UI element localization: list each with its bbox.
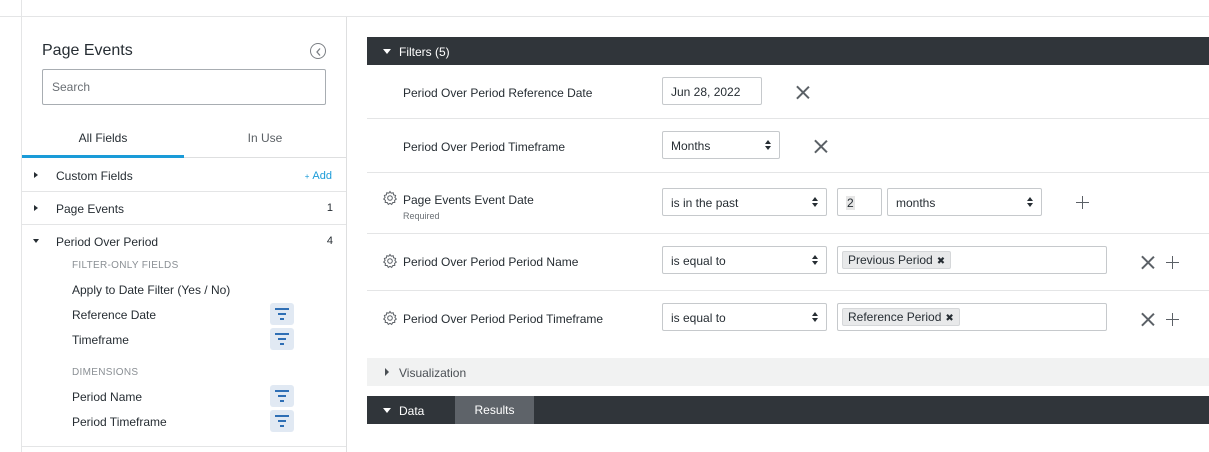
- gear-icon[interactable]: [382, 190, 398, 206]
- caret-right-icon: [34, 205, 38, 211]
- value-tag-input[interactable]: Previous Period ✖: [837, 246, 1107, 274]
- results-tab[interactable]: Results: [455, 396, 534, 424]
- select-arrows-icon: [1027, 197, 1033, 209]
- filter-name: Period Over Period Period Timeframe: [403, 312, 604, 326]
- operator-select[interactable]: is equal to: [662, 246, 827, 274]
- visualization-label: Visualization: [399, 366, 467, 380]
- add-condition-plus-icon[interactable]: [1166, 256, 1179, 269]
- select-arrows-icon: [812, 197, 818, 209]
- filter-row-event-date: Page Events Event Date Required is in th…: [367, 173, 1209, 234]
- period-over-period-view: Period Over Period 4 FILTER-ONLY FIELDS …: [22, 225, 346, 447]
- custom-fields-row[interactable]: Custom Fields + Add: [22, 159, 346, 192]
- explore-title: Page Events: [42, 42, 133, 59]
- number-value: 2: [846, 196, 855, 210]
- filter-icon[interactable]: [270, 410, 294, 432]
- remove-filter-close-icon[interactable]: [796, 85, 810, 99]
- value-chip: Reference Period ✖: [842, 308, 960, 326]
- add-custom-field-button[interactable]: + Add: [305, 170, 332, 182]
- caret-right-icon: [34, 172, 38, 178]
- search-input[interactable]: [42, 69, 326, 105]
- unit-value: months: [896, 196, 936, 210]
- filter-only-fields-header: FILTER-ONLY FIELDS: [72, 260, 179, 271]
- operator-value: is equal to: [671, 311, 726, 325]
- field-period-name[interactable]: Period Name: [72, 390, 142, 404]
- field-tabs: All Fields In Use: [22, 125, 346, 158]
- collapse-sidebar-button[interactable]: [310, 43, 326, 59]
- chip-label: Previous Period: [848, 253, 933, 267]
- app-root: Page Events All Fields In Use Custom Fie…: [0, 0, 1209, 452]
- add-condition-plus-icon[interactable]: [1166, 313, 1179, 326]
- data-label: Data: [399, 404, 425, 418]
- remove-filter-close-icon[interactable]: [1141, 255, 1155, 269]
- dimensions-header: DIMENSIONS: [72, 367, 139, 378]
- timeframe-value: Months: [671, 139, 711, 153]
- timeframe-select[interactable]: Months: [662, 131, 780, 159]
- filter-name: Page Events Event Date: [403, 193, 534, 207]
- add-condition-plus-icon[interactable]: [1076, 196, 1089, 209]
- top-bar: [0, 0, 1209, 17]
- remove-filter-close-icon[interactable]: [1141, 312, 1155, 326]
- tab-all-fields[interactable]: All Fields: [22, 125, 184, 158]
- filter-name: Period Over Period Timeframe: [403, 140, 566, 154]
- filter-row-period-name: Period Over Period Period Name is equal …: [367, 234, 1209, 291]
- operator-value: is equal to: [671, 254, 726, 268]
- filter-icon[interactable]: [270, 385, 294, 407]
- caret-down-icon[interactable]: [33, 239, 39, 243]
- filter-name: Period Over Period Period Name: [403, 255, 579, 269]
- visualization-bar[interactable]: Visualization: [367, 358, 1209, 386]
- value-tag-input[interactable]: Reference Period ✖: [837, 303, 1107, 331]
- add-label: Add: [312, 170, 332, 182]
- period-over-period-count: 4: [326, 235, 333, 247]
- operator-select[interactable]: is in the past: [662, 188, 827, 216]
- filters-header-bar[interactable]: Filters (5): [367, 37, 1209, 65]
- page-events-view-row[interactable]: Page Events 1: [22, 192, 346, 225]
- gear-icon[interactable]: [382, 310, 398, 326]
- chip-label: Reference Period: [848, 310, 942, 324]
- data-header-bar[interactable]: Data Results: [367, 396, 1209, 424]
- filters-header-label: Filters (5): [399, 45, 450, 59]
- required-label: Required: [403, 211, 440, 221]
- filter-row-timeframe: Period Over Period Timeframe Months: [367, 119, 1209, 173]
- chevron-left-icon: [316, 48, 321, 56]
- page-events-view-label: Page Events: [56, 202, 125, 216]
- unit-select[interactable]: months: [887, 188, 1042, 216]
- caret-down-icon: [383, 49, 391, 54]
- filter-icon[interactable]: [270, 328, 294, 350]
- number-input[interactable]: 2: [837, 188, 882, 216]
- operator-value: is in the past: [671, 196, 739, 210]
- select-arrows-icon: [765, 140, 771, 152]
- caret-down-icon: [383, 408, 391, 413]
- operator-select[interactable]: is equal to: [662, 303, 827, 331]
- field-reference-date[interactable]: Reference Date: [72, 308, 156, 322]
- plus-icon: +: [304, 172, 310, 181]
- field-apply-to-date-filter[interactable]: Apply to Date Filter (Yes / No): [72, 283, 230, 297]
- field-period-timeframe[interactable]: Period Timeframe: [72, 415, 167, 429]
- filter-icon[interactable]: [270, 303, 294, 325]
- field-picker-sidebar: Page Events All Fields In Use Custom Fie…: [22, 17, 347, 452]
- page-events-count: 1: [326, 202, 333, 214]
- caret-right-icon: [385, 368, 389, 376]
- remove-chip-icon[interactable]: ✖: [945, 313, 953, 324]
- select-arrows-icon: [812, 255, 818, 267]
- filter-row-period-timeframe: Period Over Period Period Timeframe is e…: [367, 291, 1209, 348]
- remove-chip-icon[interactable]: ✖: [937, 256, 945, 267]
- period-over-period-label[interactable]: Period Over Period: [56, 235, 158, 249]
- gear-icon[interactable]: [382, 253, 398, 269]
- field-timeframe[interactable]: Timeframe: [72, 333, 129, 347]
- main-panel: Filters (5) Period Over Period Reference…: [367, 17, 1209, 452]
- custom-fields-label: Custom Fields: [56, 169, 133, 183]
- select-arrows-icon: [812, 312, 818, 324]
- value-chip: Previous Period ✖: [842, 251, 952, 269]
- filter-row-reference-date: Period Over Period Reference Date Jun 28…: [367, 65, 1209, 119]
- tab-in-use[interactable]: In Use: [184, 125, 346, 158]
- date-value: Jun 28, 2022: [671, 85, 741, 99]
- filter-name: Period Over Period Reference Date: [403, 86, 593, 100]
- remove-filter-close-icon[interactable]: [814, 139, 828, 153]
- date-input[interactable]: Jun 28, 2022: [662, 77, 762, 105]
